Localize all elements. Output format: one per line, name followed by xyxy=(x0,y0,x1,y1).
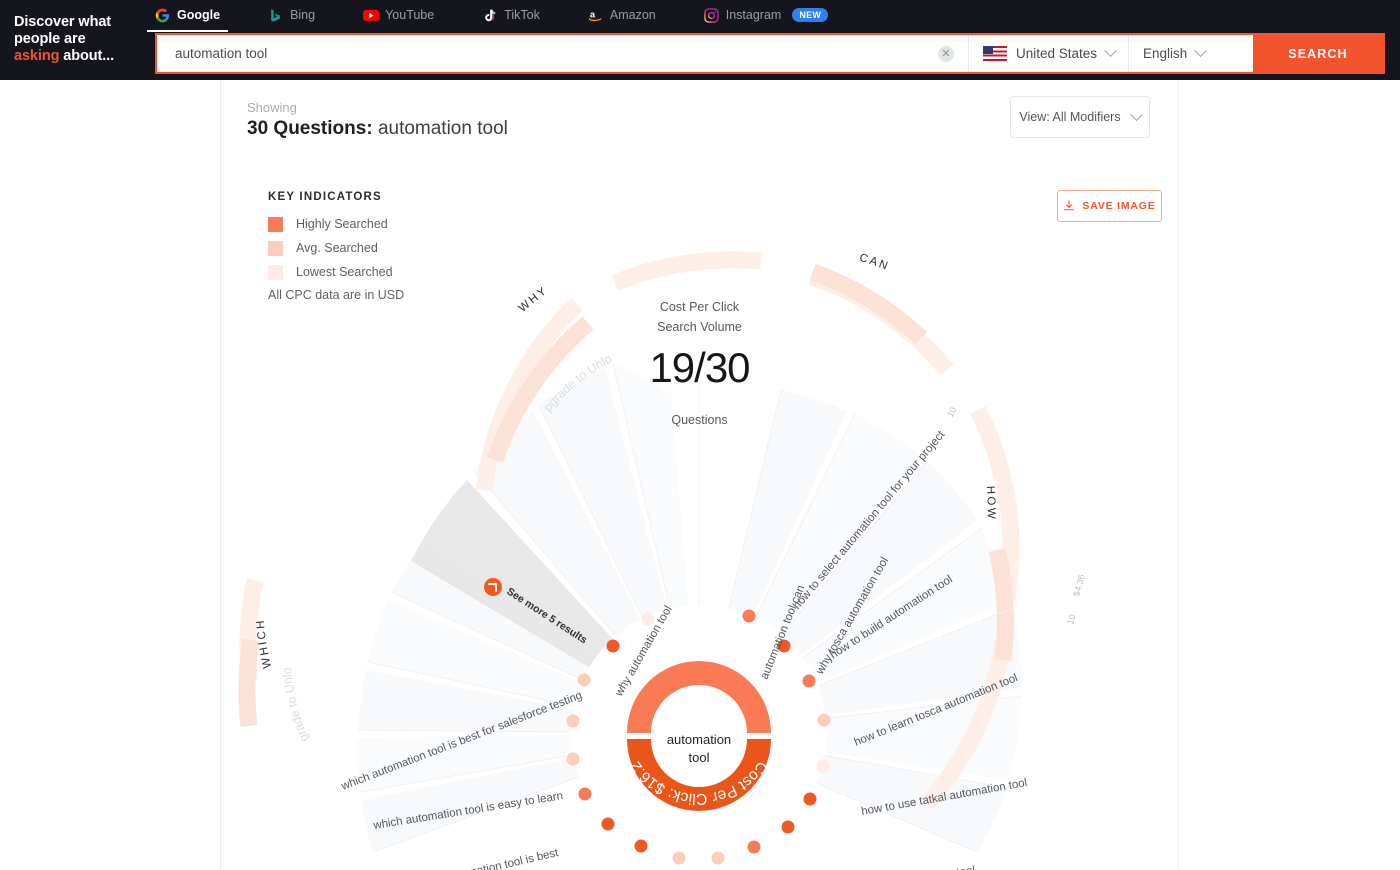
chart-dot xyxy=(578,787,592,801)
close-icon[interactable]: ✕ xyxy=(938,45,954,62)
group-label-can: CAN xyxy=(858,252,891,273)
language-select-value: English xyxy=(1143,46,1188,61)
tab-tiktok[interactable]: TikTok xyxy=(482,0,554,30)
tab-tiktok-label: TikTok xyxy=(504,8,540,22)
chart-dot xyxy=(802,674,816,688)
hub-keyword-line1: automation xyxy=(667,732,731,747)
svg-text:a: a xyxy=(590,9,596,19)
chart-dot xyxy=(711,851,725,865)
right-rail xyxy=(1178,80,1400,870)
tab-bing[interactable]: Bing xyxy=(268,0,329,30)
center-question-count: 19/30 xyxy=(649,344,750,391)
chart-dot xyxy=(606,639,620,653)
brand-tagline: Discover what people are asking about... xyxy=(14,14,144,65)
amazon-icon: a xyxy=(588,8,603,23)
tab-google-label: Google xyxy=(177,8,221,22)
tab-amazon-label: Amazon xyxy=(609,8,656,22)
chart-dot xyxy=(816,759,830,773)
chevron-down-icon xyxy=(1104,44,1117,58)
chart-dot xyxy=(781,820,795,834)
tab-google[interactable]: Google xyxy=(146,0,234,32)
question-label[interactable]: what is automation tool xyxy=(857,865,976,870)
chart-dot xyxy=(747,840,761,854)
brand-line1: Discover what xyxy=(14,14,112,30)
google-icon xyxy=(155,8,170,23)
center-cpc-label: Cost Per Click xyxy=(659,300,740,314)
tab-instagram[interactable]: Instagram NEW xyxy=(703,0,843,30)
search-input-wrap: ✕ xyxy=(157,35,968,72)
instagram-icon xyxy=(703,7,719,23)
search-button[interactable]: SEARCH xyxy=(1253,35,1383,72)
country-select[interactable]: United States xyxy=(968,35,1128,72)
tab-amazon[interactable]: a Amazon xyxy=(588,0,670,30)
country-select-value: United States xyxy=(1016,46,1098,61)
chart-dot xyxy=(634,839,648,853)
chart-dot xyxy=(577,673,591,687)
group-label-which: WHICH xyxy=(255,618,274,670)
group-label-how: HOW xyxy=(984,486,997,521)
center-sv-label: Search Volume xyxy=(657,320,742,334)
tab-youtube-label: YouTube xyxy=(385,8,435,22)
tab-instagram-label: Instagram xyxy=(725,8,782,22)
chevron-down-icon xyxy=(1194,44,1208,58)
chart-dot xyxy=(566,752,580,766)
left-rail xyxy=(0,80,221,870)
tab-bing-label: Bing xyxy=(290,8,316,22)
youtube-icon xyxy=(363,8,380,23)
us-flag-icon xyxy=(983,46,1007,61)
bing-icon xyxy=(268,8,283,23)
instagram-new-badge: NEW xyxy=(792,8,829,22)
results-stage: Showing 30 Questions: automation tool Vi… xyxy=(221,80,1178,870)
chart-dot xyxy=(601,817,615,831)
radial-question-chart: Search Volume: 1.9K Cost Per Click: $16.… xyxy=(221,80,1178,870)
brand-line2: people are xyxy=(14,31,86,47)
brand-line3: about... xyxy=(59,48,115,64)
chart-svg: Search Volume: 1.9K Cost Per Click: $16.… xyxy=(221,80,1087,870)
chart-dot xyxy=(566,714,580,728)
tab-youtube[interactable]: YouTube xyxy=(363,0,448,30)
search-input[interactable] xyxy=(157,35,968,72)
chart-dot xyxy=(803,792,817,806)
language-select[interactable]: English xyxy=(1128,35,1253,72)
chart-dot xyxy=(672,851,686,865)
top-bar: Discover what people are asking about...… xyxy=(0,0,1400,80)
question-label[interactable]: which automation tool is best xyxy=(412,847,560,870)
chart-dot xyxy=(817,713,831,727)
hub-keyword-line2: tool xyxy=(689,750,710,765)
brand-line3-highlight: asking xyxy=(14,48,60,64)
tiktok-icon xyxy=(482,8,497,23)
center-questions-label: Questions xyxy=(671,413,728,427)
tick-cpc-how: $4.36 xyxy=(1071,573,1086,597)
app-root: Discover what people are asking about...… xyxy=(0,0,1400,870)
tick-sv-how: 10 xyxy=(1065,613,1077,625)
expand-arrow-icon xyxy=(484,578,502,596)
chart-dot xyxy=(742,609,756,623)
engine-tabs: Google Bing YouTube TikTok a Amazon Inst… xyxy=(146,0,876,32)
search-bar: ✕ United States English SEARCH xyxy=(155,33,1385,74)
